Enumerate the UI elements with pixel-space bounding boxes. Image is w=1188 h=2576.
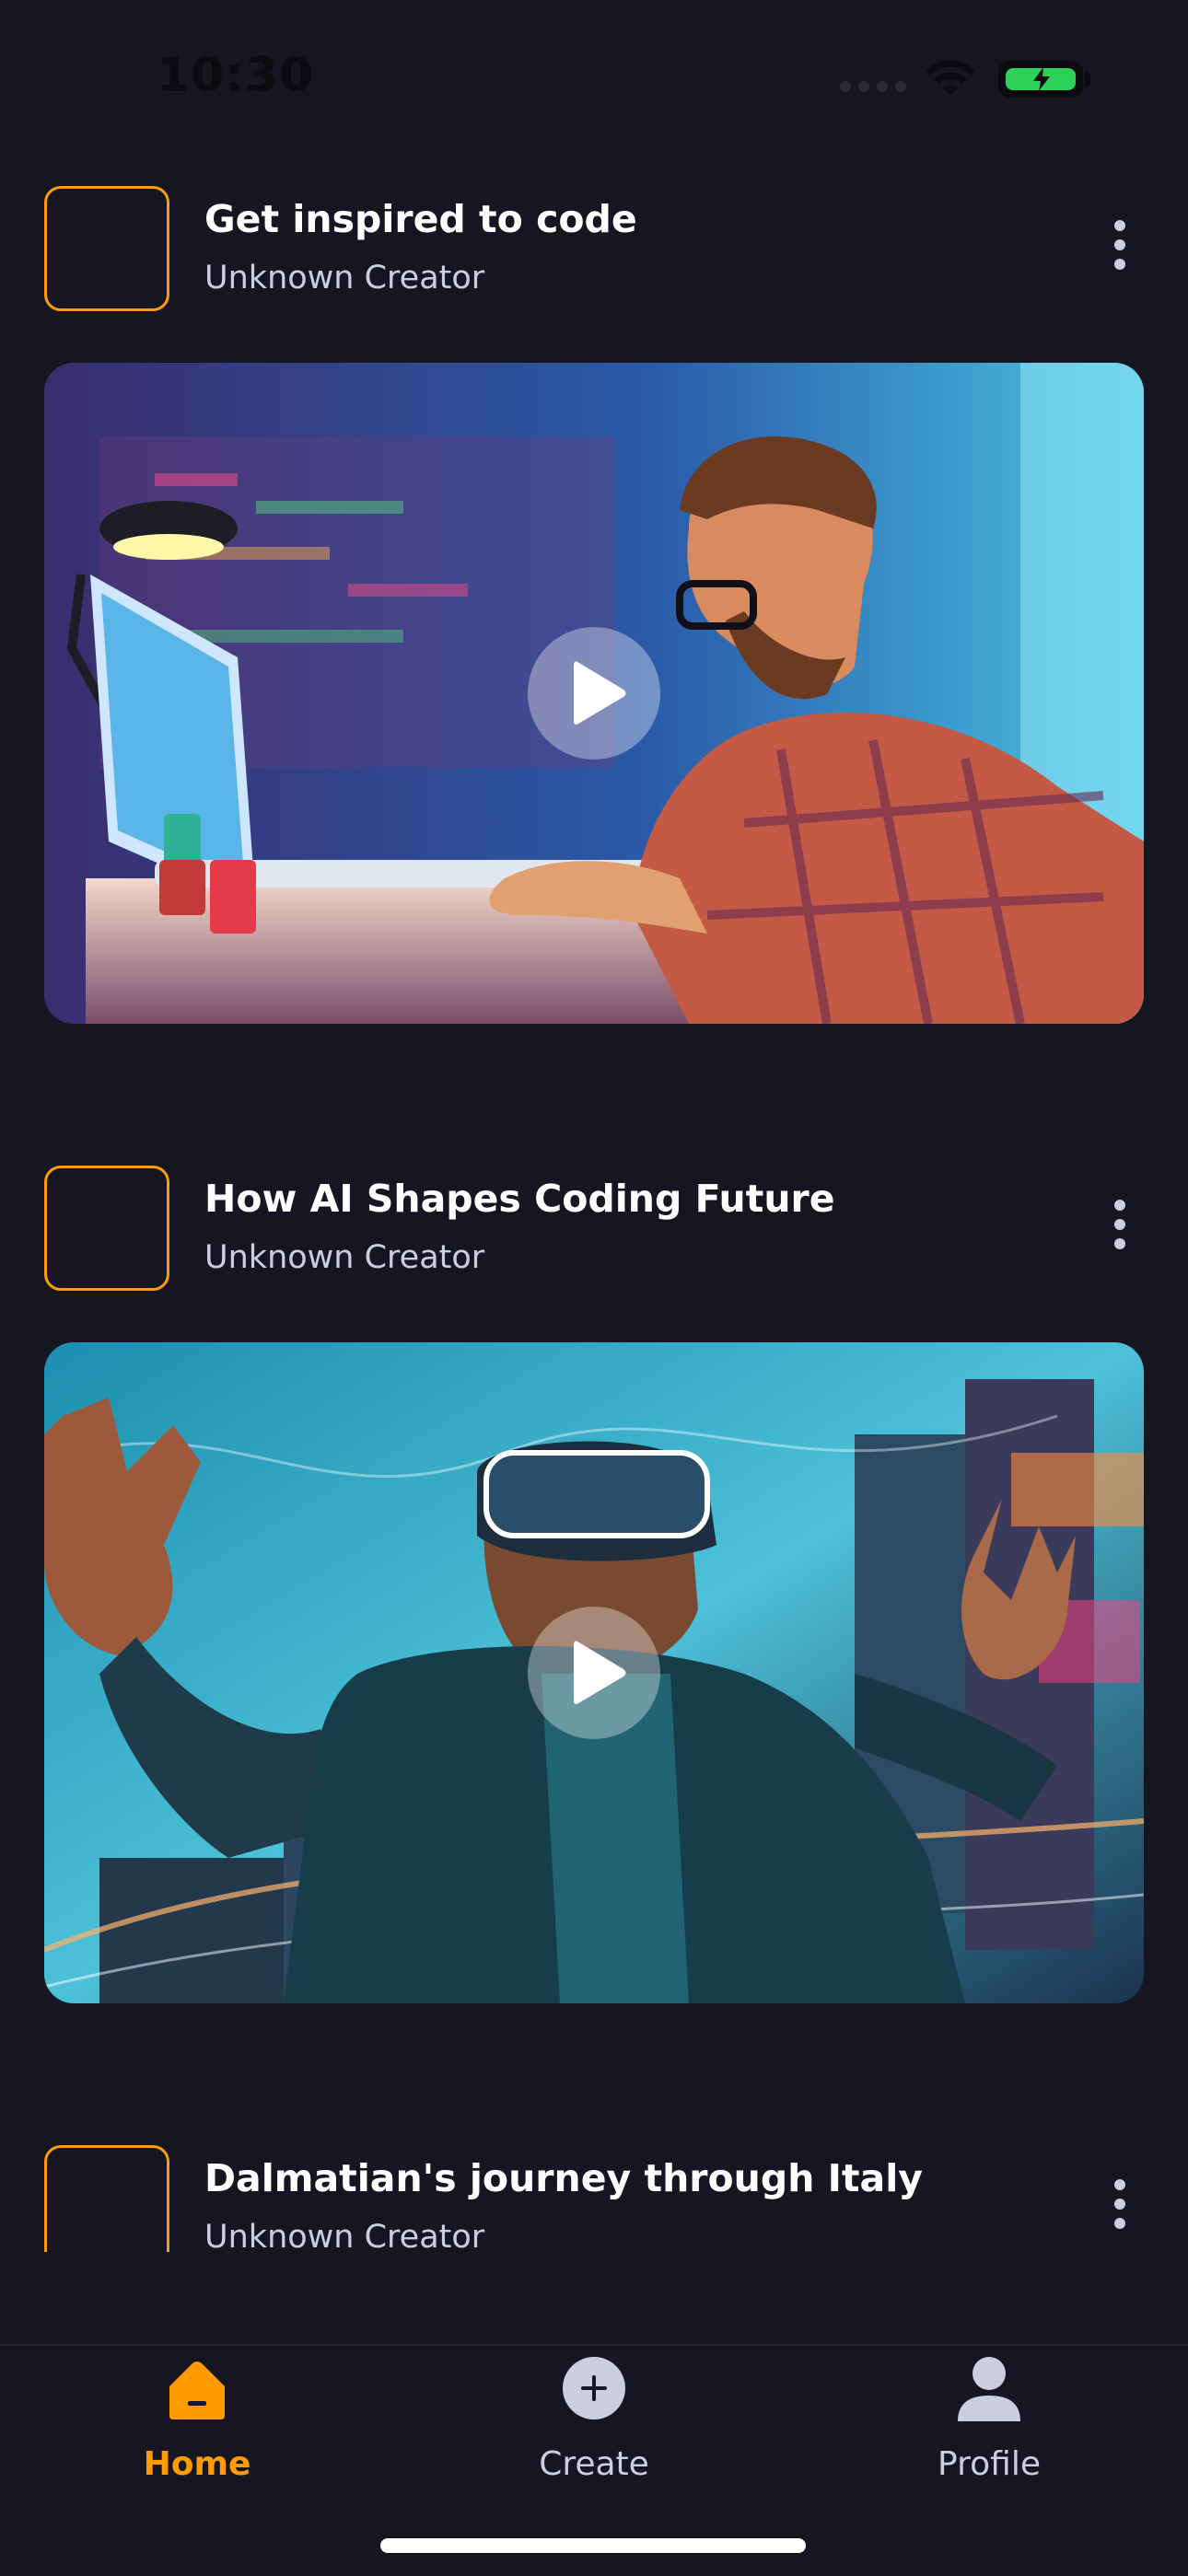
post-header: How AI Shapes Coding Future Unknown Crea… [0,1136,1188,1302]
more-options-icon[interactable] [1101,1188,1138,1261]
post-title: How AI Shapes Coding Future [204,1177,835,1221]
play-button[interactable] [528,1607,660,1739]
post-title: Dalmatian's journey through Italy [204,2156,923,2200]
cellular-signal-icon [840,81,906,92]
wifi-icon [926,60,975,96]
video-feed[interactable]: Get inspired to code Unknown Creator How… [0,157,1188,2252]
post-title: Get inspired to code [204,197,637,241]
play-icon [574,661,626,725]
post-header: Get inspired to code Unknown Creator [0,157,1188,322]
creator-avatar[interactable] [44,2145,169,2252]
tab-profile[interactable]: Profile [851,2346,1127,2502]
tab-home-label: Home [143,2445,251,2483]
tab-create[interactable]: Create [456,2346,732,2502]
post-creator: Unknown Creator [204,2219,485,2252]
creator-avatar[interactable] [44,1166,169,1291]
video-thumbnail[interactable] [44,363,1144,1024]
more-options-icon[interactable] [1101,2167,1138,2241]
more-options-icon[interactable] [1101,208,1138,282]
post-header: Dalmatian's journey through Italy Unknow… [0,2116,1188,2252]
status-bar: 10:30 [0,0,1188,157]
creator-avatar[interactable] [44,186,169,311]
post-creator: Unknown Creator [204,260,485,296]
play-icon [574,1641,626,1704]
tab-profile-label: Profile [938,2445,1041,2483]
home-indicator[interactable] [380,2538,806,2553]
status-time: 10:30 [157,48,314,103]
video-thumbnail[interactable] [44,1342,1144,2003]
post-creator: Unknown Creator [204,1239,485,1276]
battery-icon [998,61,1083,98]
home-icon [169,2361,225,2419]
tab-home[interactable]: Home [59,2346,335,2502]
play-button[interactable] [528,627,660,760]
user-icon [958,2357,1020,2421]
plus-icon [563,2357,625,2419]
tab-create-label: Create [539,2445,649,2483]
